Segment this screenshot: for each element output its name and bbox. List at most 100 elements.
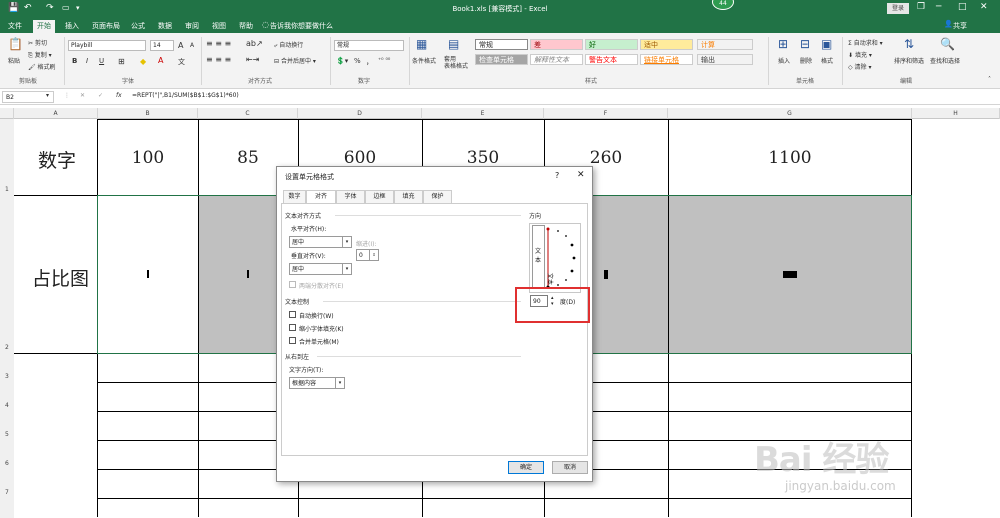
tab-page-layout[interactable]: 页面布局 (88, 20, 124, 33)
font-name-select[interactable]: Playbill (68, 40, 146, 51)
shrink-to-fit-checkbox[interactable] (289, 324, 296, 331)
collapse-ribbon-icon[interactable]: ˄ (988, 76, 991, 83)
maximize-button[interactable]: □ (958, 2, 967, 12)
copy-button[interactable]: ⎘ 复制 ▾ (28, 50, 52, 60)
tell-me-search[interactable]: 告诉我你想要做什么 (270, 20, 333, 32)
style-calculation[interactable]: 计算 (697, 39, 753, 50)
tab-home[interactable]: 开始 (33, 20, 55, 33)
delete-cells-icon[interactable]: ⊟ (800, 37, 810, 51)
formula-input[interactable]: =REPT("|",B1/SUM($B$1:$G$1)*60) (132, 92, 239, 99)
paste-icon[interactable]: 📋 (8, 37, 23, 51)
cell-g2-bar[interactable] (783, 271, 797, 278)
format-cells-button[interactable]: 格式 (821, 56, 833, 65)
select-all-corner[interactable] (0, 108, 14, 119)
sort-filter-icon[interactable]: ⇅ (904, 37, 914, 51)
cell-c2-bar[interactable] (247, 270, 249, 278)
comma-button[interactable]: ， (366, 57, 373, 67)
sort-filter-button[interactable]: 排序和筛选 (894, 56, 924, 65)
text-direction-select[interactable]: 根据内容 ▾ (289, 377, 345, 389)
style-neutral[interactable]: 适中 (640, 39, 693, 50)
paste-button[interactable]: 粘贴 (8, 56, 20, 65)
find-select-icon[interactable]: 🔍 (940, 37, 955, 51)
insert-cells-button[interactable]: 插入 (778, 56, 790, 65)
tab-number[interactable]: 数字 (283, 190, 306, 203)
conditional-format-button[interactable]: 条件格式 (412, 56, 436, 65)
style-warning[interactable]: 警告文本 (585, 54, 638, 65)
merge-center-button[interactable]: ⊟ 合并后居中 ▾ (274, 56, 316, 65)
cancel-button[interactable]: 取消 (552, 461, 588, 474)
help-icon[interactable]: ? (555, 171, 559, 180)
share-button[interactable]: 共享 (953, 20, 967, 32)
tab-formulas[interactable]: 公式 (127, 20, 149, 33)
ok-button[interactable]: 确定 (508, 461, 544, 474)
merge-cells-checkbox[interactable] (289, 337, 296, 344)
font-color-icon[interactable]: A (158, 56, 163, 65)
number-format-select[interactable]: 常规 (334, 40, 404, 51)
decimal-icon[interactable]: ⁺⁰ ⁰⁰ (378, 57, 390, 64)
column-header-f[interactable]: F (544, 108, 668, 119)
style-good[interactable]: 好 (585, 39, 638, 50)
column-header-d[interactable]: D (298, 108, 422, 119)
autosum-button[interactable]: Σ 自动求和 ▾ (848, 38, 883, 47)
cancel-icon[interactable]: ✕ (80, 92, 85, 99)
row-header-5[interactable]: 5 (0, 431, 14, 439)
column-header-e[interactable]: E (422, 108, 544, 119)
row-header-6[interactable]: 6 (0, 460, 14, 468)
underline-button[interactable]: U (99, 57, 104, 65)
column-header-b[interactable]: B (98, 108, 198, 119)
tab-protection[interactable]: 保护 (423, 190, 452, 203)
wrap-text-checkbox[interactable] (289, 311, 296, 318)
row-header-4[interactable]: 4 (0, 402, 14, 410)
shrink-font-button[interactable]: A (190, 42, 194, 49)
clear-button[interactable]: ◇ 清除 ▾ (848, 62, 871, 71)
border-icon[interactable]: ⊞ (118, 57, 125, 66)
bold-button[interactable]: B (72, 57, 77, 65)
delete-cells-button[interactable]: 删除 (800, 56, 812, 65)
format-cells-icon[interactable]: ▣ (821, 37, 832, 51)
style-bad[interactable]: 差 (530, 39, 583, 50)
cell-d1[interactable]: 600 (298, 148, 422, 168)
cell-g1[interactable]: 1100 (668, 148, 912, 168)
cell-f1[interactable]: 260 (544, 148, 668, 168)
column-header-a[interactable]: A (14, 108, 98, 119)
currency-icon[interactable]: 💲▾ (336, 57, 348, 65)
format-painter-button[interactable]: 🖌 格式刷 (28, 62, 56, 71)
indent-input[interactable]: 0 ⇕ (356, 249, 379, 261)
tab-file[interactable]: 文件 (4, 20, 26, 33)
row-header-2[interactable]: 2 (0, 344, 14, 352)
enter-icon[interactable]: ✓ (98, 92, 103, 99)
cell-e1[interactable]: 350 (422, 148, 544, 168)
ribbon-display-icon[interactable]: ❐ (917, 2, 925, 12)
tab-alignment[interactable]: 对齐 (306, 190, 336, 204)
dialog-close-icon[interactable]: ✕ (577, 170, 585, 180)
insert-cells-icon[interactable]: ⊞ (778, 37, 788, 51)
table-format-icon[interactable]: ▤ (448, 37, 459, 51)
column-header-h[interactable]: H (912, 108, 1000, 119)
cell-b1[interactable]: 100 (98, 148, 198, 168)
style-output[interactable]: 输出 (697, 54, 753, 65)
style-explanatory[interactable]: 解释性文本 (530, 54, 583, 65)
horizontal-align-select[interactable]: 居中 ▾ (289, 236, 352, 248)
phonetic-button[interactable]: 文 (178, 57, 185, 67)
namebox-dropdown-icon[interactable]: ▾ (46, 92, 49, 99)
style-normal[interactable]: 常规 (475, 39, 528, 50)
cell-c1[interactable]: 85 (198, 148, 298, 168)
tab-font[interactable]: 字体 (336, 190, 365, 203)
minimize-button[interactable]: ─ (936, 2, 941, 12)
tab-view[interactable]: 视图 (208, 20, 230, 33)
align-top-icon[interactable]: ≡ ≡ ≡ (206, 39, 231, 48)
login-button[interactable]: 登录 (887, 3, 909, 14)
style-linked-cell[interactable]: 链接单元格 (640, 54, 693, 65)
tab-help[interactable]: 帮助 (235, 20, 257, 33)
cell-a1[interactable]: 数字 (38, 146, 76, 173)
style-check-cell[interactable]: 检查单元格 (475, 54, 528, 65)
cell-a2[interactable]: 占比图 (32, 264, 89, 291)
insert-function-icon[interactable]: fx (116, 92, 122, 99)
close-button[interactable]: ✕ (980, 2, 988, 12)
column-header-c[interactable]: C (198, 108, 298, 119)
wrap-text-button[interactable]: ⤶ 自动换行 (274, 40, 303, 50)
tab-review[interactable]: 审阅 (181, 20, 203, 33)
row-header-1[interactable]: 1 (0, 186, 14, 194)
column-header-g[interactable]: G (668, 108, 912, 119)
font-size-select[interactable]: 14 (150, 40, 174, 51)
